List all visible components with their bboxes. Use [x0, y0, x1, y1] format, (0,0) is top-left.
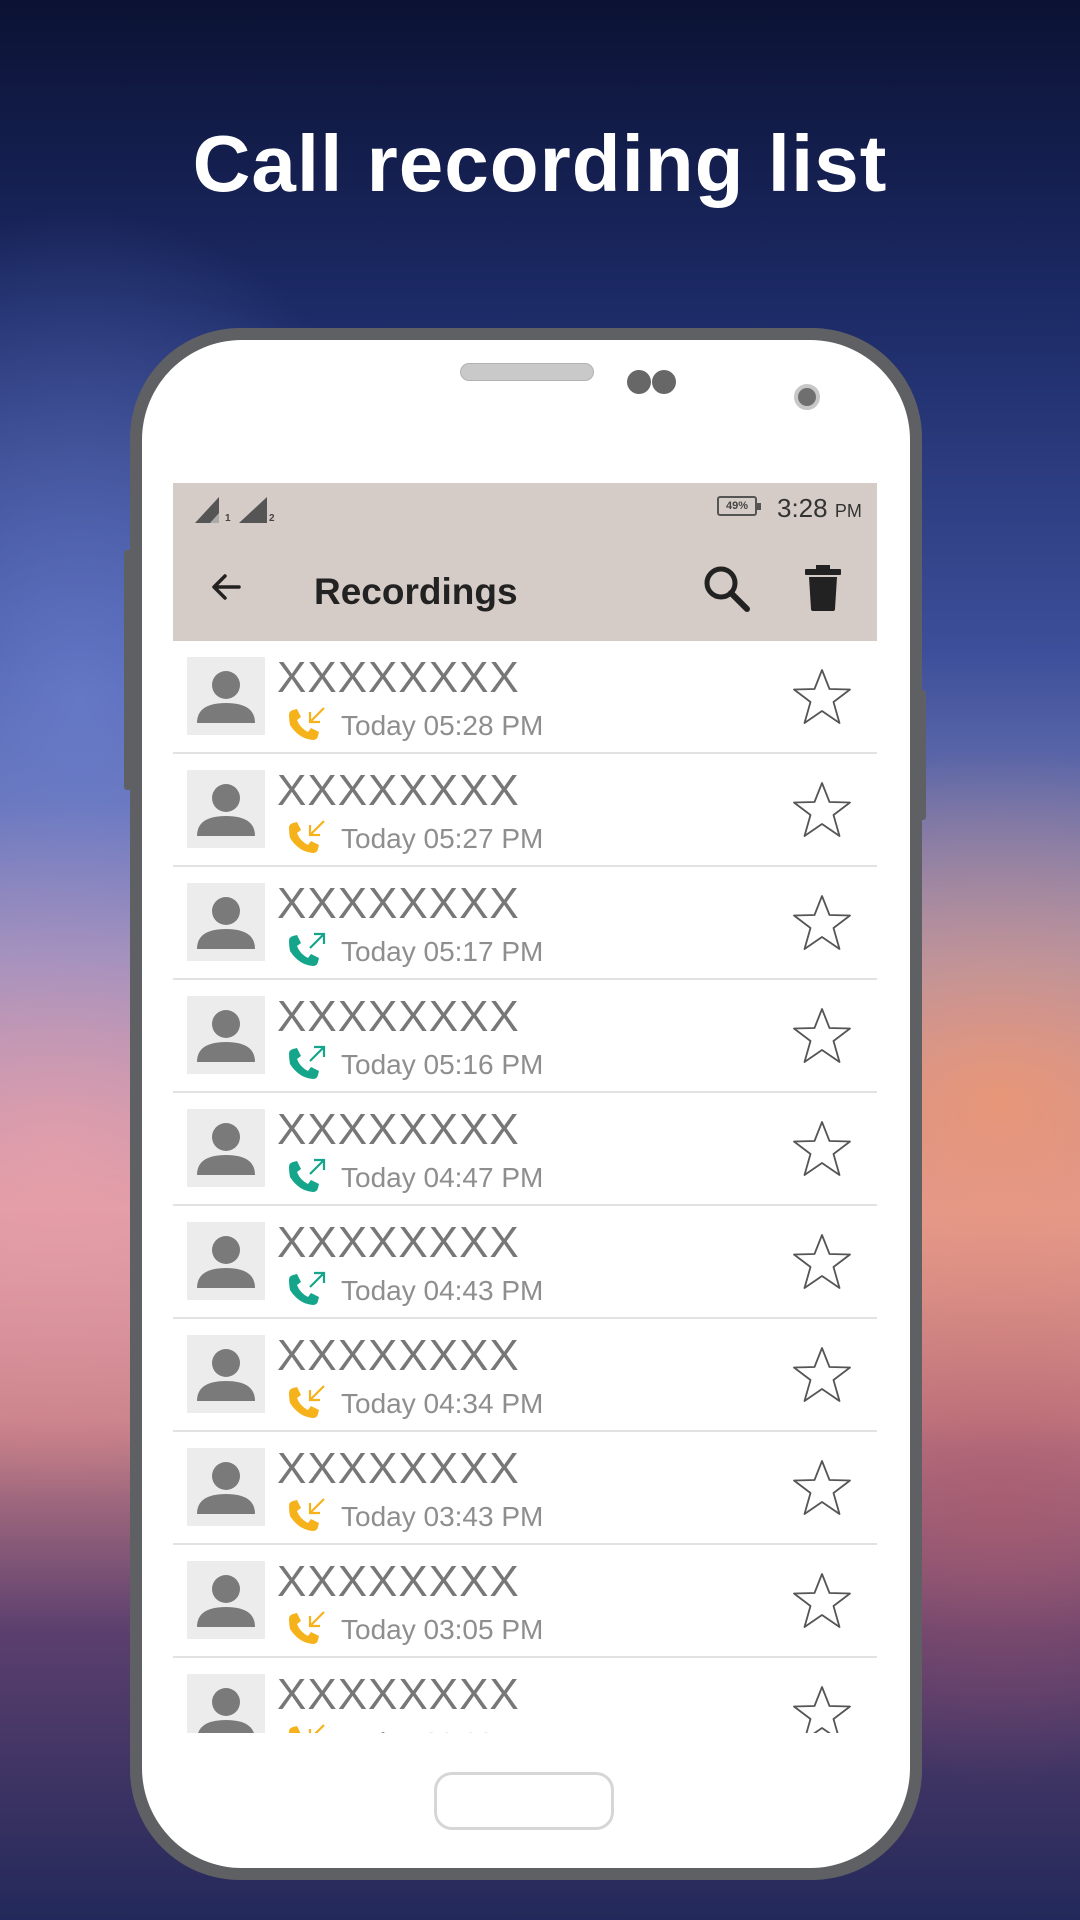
status-clock: 3:28 PM: [777, 493, 862, 524]
sim1-label: 1: [225, 513, 231, 524]
volume-button: [124, 550, 132, 790]
recording-row[interactable]: XXXXXXXX Today 05:17 PM: [173, 867, 877, 980]
incoming-call-icon: [289, 707, 325, 740]
star-icon[interactable]: [791, 1571, 853, 1631]
contact-name: XXXXXXXX: [277, 653, 520, 702]
recording-time: Today 04:34 PM: [341, 1388, 544, 1419]
person-icon: [197, 1575, 255, 1627]
clock-time: 3:28: [777, 493, 828, 523]
battery-icon: 49%: [717, 496, 761, 516]
recording-row[interactable]: XXXXXXXX Today 05:28 PM: [173, 641, 877, 754]
contact-avatar: [187, 1109, 265, 1187]
person-icon: [197, 897, 255, 949]
star-icon[interactable]: [791, 667, 853, 727]
home-button[interactable]: [434, 1772, 614, 1830]
star-icon[interactable]: [791, 1458, 853, 1518]
recording-row[interactable]: XXXXXXXX Today 05:16 PM: [173, 980, 877, 1093]
contact-avatar: [187, 1448, 265, 1526]
recording-row[interactable]: XXXXXXXX Today 04:43 PM: [173, 1206, 877, 1319]
contact-avatar: [187, 883, 265, 961]
star-icon[interactable]: [791, 1232, 853, 1292]
contact-avatar: [187, 1561, 265, 1639]
star-icon[interactable]: [791, 780, 853, 840]
recording-time: Today 03:05 PM: [341, 1614, 544, 1645]
back-arrow-icon[interactable]: [205, 565, 249, 609]
contact-avatar: [187, 1222, 265, 1300]
incoming-call-icon: [289, 820, 325, 853]
recording-time: Today 04:47 PM: [341, 1162, 544, 1193]
recording-time: Today 04:43 PM: [341, 1275, 544, 1306]
outgoing-call-icon: [289, 932, 326, 966]
star-icon[interactable]: [791, 1345, 853, 1405]
contact-name: XXXXXXXX: [277, 1105, 520, 1154]
recording-row[interactable]: XXXXXXXX Today 05:27 PM: [173, 754, 877, 867]
star-icon[interactable]: [791, 1119, 853, 1179]
contact-name: XXXXXXXX: [277, 766, 520, 815]
recording-time: Today 05:16 PM: [341, 1049, 544, 1080]
clock-ampm: PM: [834, 501, 862, 521]
page-title: Recordings: [314, 571, 518, 612]
toolbar: Recordings: [173, 533, 877, 641]
contact-name: XXXXXXXX: [277, 992, 520, 1041]
incoming-call-icon: [289, 1385, 325, 1418]
front-camera: [794, 384, 820, 410]
contact-avatar: [187, 1335, 265, 1413]
contact-avatar: [187, 770, 265, 848]
sensor-dot: [652, 370, 676, 394]
power-button: [918, 690, 926, 820]
star-icon[interactable]: [791, 1006, 853, 1066]
incoming-call-icon: [289, 1498, 325, 1531]
outgoing-call-icon: [289, 1271, 326, 1305]
recording-time: Today 05:17 PM: [341, 936, 544, 967]
incoming-call-icon: [289, 1724, 325, 1733]
recording-row[interactable]: XXXXXXXX Today 02:28 PM: [173, 1658, 877, 1733]
contact-name: XXXXXXXX: [277, 1218, 520, 1267]
recording-time: Today 05:28 PM: [341, 710, 544, 741]
person-icon: [198, 1688, 254, 1733]
contact-name: XXXXXXXX: [277, 1557, 520, 1606]
contact-avatar: [187, 996, 265, 1074]
trash-icon[interactable]: [803, 563, 843, 613]
recording-time: Today 03:43 PM: [341, 1501, 544, 1532]
contact-name: XXXXXXXX: [277, 1331, 520, 1380]
sim2-label: 2: [269, 513, 275, 524]
signal-sim1-icon: [195, 497, 219, 523]
recording-row[interactable]: XXXXXXXX Today 04:47 PM: [173, 1093, 877, 1206]
person-icon: [197, 1462, 255, 1514]
person-icon: [197, 1010, 255, 1062]
person-icon: [197, 671, 255, 723]
contact-name: XXXXXXXX: [277, 879, 520, 928]
person-icon: [197, 1123, 255, 1175]
headline: Call recording list: [192, 119, 888, 208]
contact-avatar: [187, 1674, 265, 1733]
app-screen: 1 2 49% 3:28 PM Recordings XXXXXXXX Today…: [173, 483, 877, 1733]
person-icon: [197, 784, 255, 836]
recording-row[interactable]: XXXXXXXX Today 04:34 PM: [173, 1319, 877, 1432]
incoming-call-icon: [289, 1611, 325, 1644]
star-icon[interactable]: [791, 1684, 853, 1733]
signal-sim2-icon: [239, 497, 267, 523]
contact-avatar: [187, 657, 265, 735]
person-icon: [197, 1236, 255, 1288]
search-icon[interactable]: [701, 563, 753, 615]
status-bar: 1 2 49% 3:28 PM: [173, 483, 877, 533]
star-icon[interactable]: [791, 893, 853, 953]
outgoing-call-icon: [289, 1045, 326, 1079]
sensor-dot: [627, 370, 651, 394]
earpiece-speaker: [460, 363, 594, 381]
contact-name: XXXXXXXX: [277, 1444, 520, 1493]
recording-time: Today 02:28 PM: [341, 1727, 543, 1733]
recording-time: Today 05:27 PM: [341, 823, 544, 854]
recording-row[interactable]: XXXXXXXX Today 03:43 PM: [173, 1432, 877, 1545]
outgoing-call-icon: [289, 1158, 326, 1192]
contact-name: XXXXXXXX: [277, 1670, 520, 1719]
recording-row[interactable]: XXXXXXXX Today 03:05 PM: [173, 1545, 877, 1658]
person-icon: [197, 1349, 255, 1401]
